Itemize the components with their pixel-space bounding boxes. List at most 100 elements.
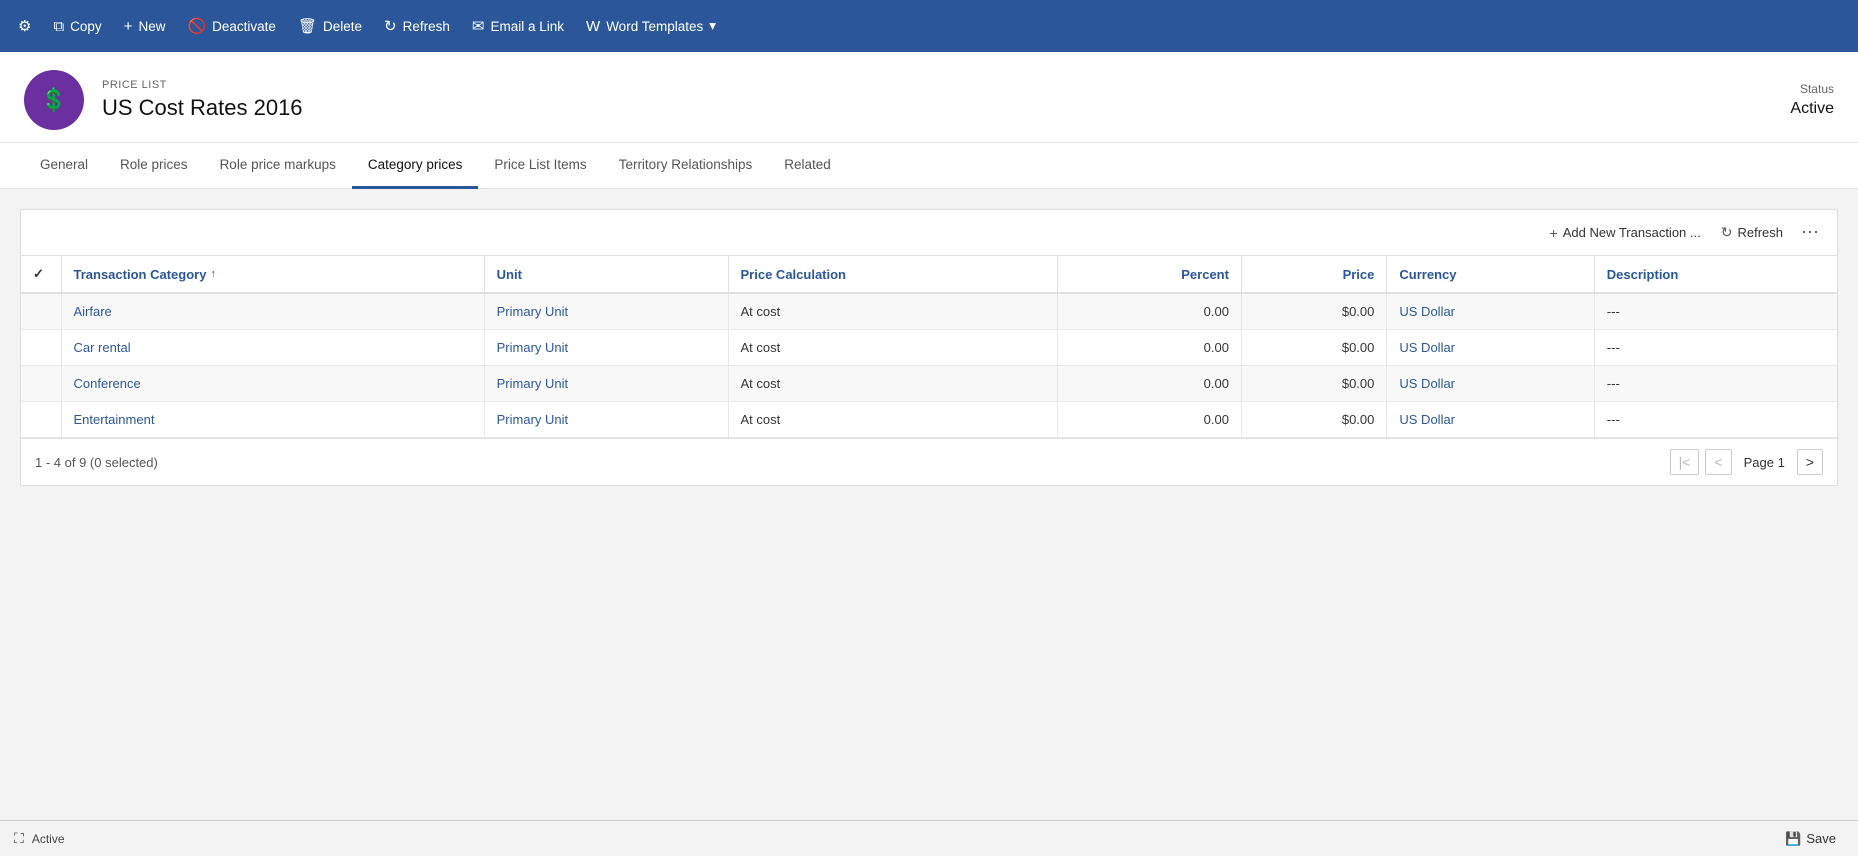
cell-transaction-category[interactable]: Car rental (61, 330, 484, 366)
status-bar-status: Active (32, 832, 65, 846)
main-toolbar: ⚙ ⧉ Copy + New 🚫 Deactivate 🗑 Delete ↻ R… (0, 0, 1858, 52)
cell-currency[interactable]: US Dollar (1387, 402, 1594, 438)
settings-icon: ⚙ (18, 17, 31, 35)
record-name: US Cost Rates 2016 (102, 95, 303, 121)
grid-container: + Add New Transaction ... ↻ Refresh ⋯ ✓ … (20, 209, 1838, 486)
trash-icon: 🗑 (298, 17, 317, 35)
col-description[interactable]: Description (1594, 256, 1837, 293)
new-button[interactable]: + New (114, 12, 176, 41)
more-options-icon[interactable]: ⋯ (1795, 218, 1825, 247)
pagination-summary: 1 - 4 of 9 (0 selected) (35, 455, 158, 470)
refresh-icon: ↻ (384, 17, 397, 35)
select-all-checkbox[interactable]: ✓ (21, 256, 61, 293)
copy-button[interactable]: ⧉ Copy (43, 12, 111, 41)
save-label: Save (1806, 831, 1836, 846)
word-templates-button[interactable]: W Word Templates ▾ (576, 12, 726, 41)
sort-icon: ↑ (210, 268, 216, 280)
status-bar: ⛶ Active 💾 Save (0, 820, 1858, 856)
plus-icon: + (124, 18, 133, 35)
status-value: Active (1790, 100, 1834, 118)
cell-price: $0.00 (1241, 366, 1386, 402)
col-percent[interactable]: Percent (1058, 256, 1242, 293)
col-unit[interactable]: Unit (484, 256, 728, 293)
add-new-transaction-button[interactable]: + Add New Transaction ... (1542, 220, 1709, 246)
cell-percent: 0.00 (1058, 293, 1242, 330)
tab-general[interactable]: General (24, 143, 104, 189)
col-price[interactable]: Price (1241, 256, 1386, 293)
pagination: 1 - 4 of 9 (0 selected) |< < Page 1 > (21, 438, 1837, 485)
cell-description: --- (1594, 293, 1837, 330)
record-info: PRICE LIST US Cost Rates 2016 (102, 79, 303, 121)
status-bar-right: 💾 Save (1777, 828, 1844, 850)
data-table: ✓ Transaction Category ↑ Unit Price Calc… (21, 256, 1837, 438)
tab-related[interactable]: Related (768, 143, 847, 189)
expand-icon[interactable]: ⛶ (14, 830, 24, 847)
cell-price-calculation: At cost (728, 293, 1058, 330)
deactivate-icon: 🚫 (187, 17, 206, 35)
cell-price: $0.00 (1241, 330, 1386, 366)
row-checkbox[interactable] (21, 366, 61, 402)
cell-description: --- (1594, 330, 1837, 366)
tab-category-prices[interactable]: Category prices (352, 143, 479, 189)
checkmark-icon: ✓ (33, 266, 44, 281)
tab-role-price-markups[interactable]: Role price markups (204, 143, 352, 189)
delete-button[interactable]: 🗑 Delete (288, 11, 372, 41)
tab-role-prices[interactable]: Role prices (104, 143, 204, 189)
email-icon: ✉ (472, 17, 485, 35)
row-checkbox[interactable] (21, 402, 61, 438)
cell-percent: 0.00 (1058, 330, 1242, 366)
copy-icon: ⧉ (53, 18, 64, 35)
record-type-label: PRICE LIST (102, 79, 303, 91)
cell-price-calculation: At cost (728, 402, 1058, 438)
cell-unit[interactable]: Primary Unit (484, 366, 728, 402)
cell-price-calculation: At cost (728, 330, 1058, 366)
settings-button[interactable]: ⚙ (8, 11, 41, 41)
status-bar-left: ⛶ Active (14, 830, 65, 847)
word-icon: W (586, 18, 600, 35)
record-header-left: 💲 PRICE LIST US Cost Rates 2016 (24, 70, 303, 130)
save-button[interactable]: 💾 Save (1777, 828, 1844, 850)
cell-transaction-category[interactable]: Conference (61, 366, 484, 402)
cell-transaction-category[interactable]: Airfare (61, 293, 484, 330)
cell-transaction-category[interactable]: Entertainment (61, 402, 484, 438)
tab-territory-relationships[interactable]: Territory Relationships (603, 143, 769, 189)
grid-refresh-button[interactable]: ↻ Refresh (1713, 219, 1791, 246)
table-row[interactable]: Entertainment Primary Unit At cost 0.00 … (21, 402, 1837, 438)
status-label: Status (1790, 82, 1834, 96)
tab-price-list-items[interactable]: Price List Items (478, 143, 602, 189)
avatar: 💲 (24, 70, 84, 130)
tab-nav: General Role prices Role price markups C… (0, 143, 1858, 189)
pagination-right: |< < Page 1 > (1670, 449, 1823, 475)
cell-currency[interactable]: US Dollar (1387, 293, 1594, 330)
cell-percent: 0.00 (1058, 402, 1242, 438)
cell-percent: 0.00 (1058, 366, 1242, 402)
row-checkbox[interactable] (21, 330, 61, 366)
cell-description: --- (1594, 366, 1837, 402)
col-transaction-category[interactable]: Transaction Category ↑ (61, 256, 484, 293)
cell-currency[interactable]: US Dollar (1387, 330, 1594, 366)
record-header: 💲 PRICE LIST US Cost Rates 2016 Status A… (0, 52, 1858, 143)
first-page-button[interactable]: |< (1670, 449, 1700, 475)
col-price-calculation[interactable]: Price Calculation (728, 256, 1058, 293)
refresh-button[interactable]: ↻ Refresh (374, 11, 460, 41)
refresh-icon: ↻ (1721, 224, 1733, 241)
cell-unit[interactable]: Primary Unit (484, 330, 728, 366)
plus-icon: + (1550, 225, 1558, 241)
table-row[interactable]: Car rental Primary Unit At cost 0.00 $0.… (21, 330, 1837, 366)
cell-unit[interactable]: Primary Unit (484, 293, 728, 330)
save-icon: 💾 (1785, 831, 1801, 847)
cell-price: $0.00 (1241, 293, 1386, 330)
col-currency[interactable]: Currency (1387, 256, 1594, 293)
page-label: Page 1 (1744, 455, 1785, 470)
email-link-button[interactable]: ✉ Email a Link (462, 11, 574, 41)
row-checkbox[interactable] (21, 293, 61, 330)
next-page-button[interactable]: > (1797, 449, 1823, 475)
table-row[interactable]: Conference Primary Unit At cost 0.00 $0.… (21, 366, 1837, 402)
deactivate-button[interactable]: 🚫 Deactivate (177, 11, 285, 41)
prev-page-button[interactable]: < (1705, 449, 1731, 475)
cell-description: --- (1594, 402, 1837, 438)
avatar-icon: 💲 (40, 87, 67, 113)
cell-currency[interactable]: US Dollar (1387, 366, 1594, 402)
table-row[interactable]: Airfare Primary Unit At cost 0.00 $0.00 … (21, 293, 1837, 330)
cell-unit[interactable]: Primary Unit (484, 402, 728, 438)
